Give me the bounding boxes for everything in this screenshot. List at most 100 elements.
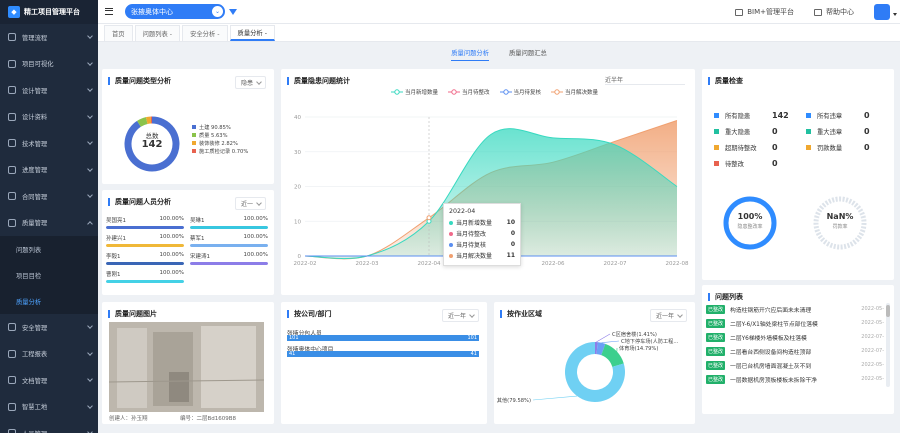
tab-label: 首页	[112, 31, 125, 38]
quality-stat[interactable]: 重大隐患 0	[714, 127, 789, 136]
personnel-name: 吴琳1	[190, 218, 205, 224]
menu-icon	[8, 165, 16, 174]
chevron-icon	[87, 349, 93, 356]
issue-photo[interactable]	[109, 322, 264, 412]
progress-fill	[190, 262, 268, 265]
personnel-name: 吴国亮1	[106, 218, 126, 224]
sidebar-item[interactable]: 安全管理	[0, 314, 98, 341]
tab-safety-analysis[interactable]: 安全分析 -	[182, 25, 228, 41]
app-logo[interactable]: ◆ 精工项目管理平台	[0, 0, 98, 24]
dept-select[interactable]: 近一年	[441, 309, 479, 322]
sidebar-item[interactable]: 技术管理	[0, 130, 98, 157]
status-badge: 已整改	[706, 332, 726, 342]
issue-text: 构造柱钢筋开穴应后面未未清理	[730, 307, 812, 314]
quality-stat[interactable]: 重大违章 0	[806, 127, 881, 136]
tab-home[interactable]: 首页	[104, 25, 133, 41]
quality-check-card: 质量检查 100% 隐患整改率 NaN% 罚款率 所有隐患 142 重大隐患 0 超期待…	[702, 69, 894, 280]
bim-platform-link[interactable]: BIM+管理平台	[735, 7, 794, 17]
photo-card: 质量问题图片 创建人：孙玉翔 编号：二层Bd1609B8	[102, 302, 274, 424]
personnel-select[interactable]: 近一	[234, 197, 266, 210]
card-title: 质量问题图片	[108, 310, 157, 318]
personnel-row: 曹刚1 100.00%	[106, 270, 184, 283]
tab-quality-analysis[interactable]: 质量分析 -	[229, 25, 275, 41]
y-tick-label: 0	[298, 254, 302, 260]
pie-label: 其他(79.58%)	[497, 396, 531, 404]
subtab-quality-issue-summary[interactable]: 质量问题汇总	[509, 48, 547, 60]
stat-swatch	[806, 145, 811, 150]
help-center-link[interactable]: 帮助中心	[814, 7, 854, 17]
issue-row[interactable]: 已整改 二层看台西侧设备间构造柱顶部 2022-07-	[706, 345, 884, 357]
dept-left-value: 101	[289, 335, 299, 341]
menu-icon	[8, 59, 16, 68]
progress-bar	[190, 262, 268, 265]
sidebar-subitem[interactable]: 问题列表	[0, 236, 98, 262]
stat-swatch	[714, 113, 719, 118]
issue-row[interactable]: 已整改 一层数据机房顶板楼板未拆除干净 2022-05-	[706, 373, 884, 385]
issue-text: 二层Y-6/X1轴处梁柱节点部位落模	[730, 321, 818, 328]
app-title: 精工项目管理平台	[24, 8, 80, 16]
personnel-pct: 100.00%	[159, 252, 184, 258]
sidebar-item-label: 设计资料	[22, 114, 48, 122]
sidebar-item[interactable]: 人员管理	[0, 420, 98, 433]
type-select[interactable]: 隐患	[234, 76, 266, 89]
quality-stat[interactable]: 所有违章 0	[806, 111, 881, 120]
y-tick-label: 30	[294, 150, 301, 156]
stat-label: 重大违章	[817, 129, 843, 136]
stat-label: 罚款数量	[817, 145, 843, 152]
sidebar-item[interactable]: 质量管理	[0, 210, 98, 237]
personnel-name: 蔡军1	[190, 236, 205, 242]
issue-text: 一层数据机房顶板楼板未拆除干净	[730, 377, 817, 384]
sidebar-item-label: 进度管理	[22, 167, 48, 175]
sidebar-item[interactable]: 进度管理	[0, 157, 98, 184]
tooltip-row: 当月新增数量 10	[449, 217, 515, 228]
issue-row[interactable]: 已整改 二层Y-6/X1轴处梁柱节点部位落模 2022-05-	[706, 317, 884, 329]
tab-label: 问题列表 -	[142, 31, 173, 38]
issue-text: 二层Y6梯楼外墙模板及柱落模	[730, 335, 807, 342]
sidebar-subitem[interactable]: 质量分析	[0, 288, 98, 314]
issue-row[interactable]: 已整改 一层已台机房墙面混凝土灰不到 2022-05-	[706, 359, 884, 371]
sidebar-item-label: 技术管理	[22, 140, 48, 148]
filter-icon[interactable]	[229, 8, 237, 15]
issue-row[interactable]: 已整改 二层Y6梯楼外墙模板及柱落模 2022-07-	[706, 331, 884, 343]
tooltip-value: 11	[506, 252, 515, 259]
sub-tabs: 质量问题分析 质量问题汇总	[98, 44, 900, 64]
sidebar-item[interactable]: 管理流程	[0, 24, 98, 51]
menu-toggle-icon[interactable]	[105, 8, 113, 15]
sidebar-item[interactable]: 设计资料	[0, 104, 98, 131]
pie-label: C地下停车场(人防工程...	[621, 337, 679, 345]
stat-value: 142	[772, 111, 789, 120]
rectify-rate-label: 隐患整改率	[737, 224, 763, 230]
sidebar-item[interactable]: 工程报表	[0, 341, 98, 368]
quality-stat[interactable]: 所有隐患 142	[714, 111, 789, 120]
menu-icon	[8, 86, 16, 95]
avatar[interactable]	[874, 4, 897, 20]
sidebar-item[interactable]: 智慧工地	[0, 394, 98, 421]
sidebar-item[interactable]: 项目可视化	[0, 51, 98, 78]
subtab-quality-issue-analysis[interactable]: 质量问题分析	[451, 48, 489, 61]
personnel-row-label: 宋建涛1 100.00%	[190, 252, 268, 260]
tooltip-row: 当月待整改 0	[449, 228, 515, 239]
personnel-row: 蔡军1 100.00%	[190, 234, 268, 247]
quality-stat[interactable]: 超期待整改 0	[714, 143, 789, 152]
issue-row[interactable]: 已整改 构造柱钢筋开穴应后面未未清理 2022-05-	[706, 303, 884, 315]
project-select[interactable]: 张掖奥体中心 ⌄	[125, 4, 225, 19]
issue-list-scrollbar[interactable]	[886, 303, 890, 387]
personnel-name: 曹刚1	[106, 272, 121, 278]
personnel-pct: 100.00%	[159, 216, 184, 222]
dept-bar[interactable]: 101 101	[287, 335, 479, 341]
tab-issue-list[interactable]: 问题列表 -	[134, 25, 181, 41]
tooltip-dot	[449, 242, 453, 247]
area-pie: C区宿舍楼(1.41%)C地下停车场(人防工程...体育场(14.79%) 其他(…	[497, 330, 679, 404]
stat-value: 0	[772, 127, 778, 136]
sidebar-subitem[interactable]: 项目目检	[0, 262, 98, 288]
personnel-row-label: 曹刚1 100.00%	[106, 270, 184, 278]
sidebar-item[interactable]: 设计管理	[0, 77, 98, 104]
dept-bar[interactable]: 41 41	[287, 351, 479, 357]
sidebar-item[interactable]: 文档管理	[0, 367, 98, 394]
pie-leader-line	[596, 333, 611, 343]
tooltip-dot	[449, 253, 453, 258]
quality-stat[interactable]: 罚款数量 0	[806, 143, 881, 152]
sidebar-item[interactable]: 合同管理	[0, 183, 98, 210]
quality-stat[interactable]: 待整改 0	[714, 159, 789, 168]
card-title: 问题列表	[708, 293, 743, 301]
